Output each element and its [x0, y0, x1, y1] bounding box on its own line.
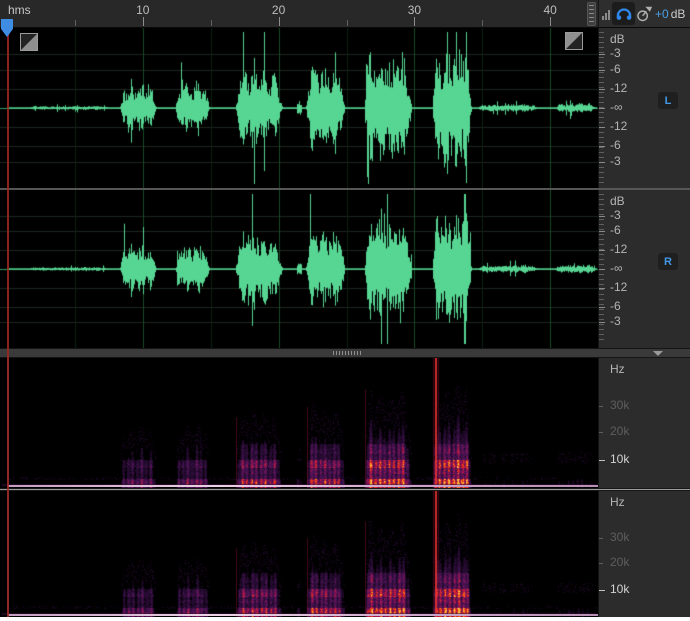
hz-label: 10k: [610, 453, 629, 466]
headphones-monitor-button[interactable]: [612, 2, 635, 25]
db-major-tick: [599, 89, 605, 90]
channel-button-left[interactable]: L: [658, 92, 678, 109]
hz-scale-title: Hz: [610, 362, 625, 376]
hz-tick: [599, 460, 605, 461]
panel-splitter[interactable]: [0, 348, 690, 358]
db-major-tick: [599, 146, 605, 147]
audio-editor-window: hms 10 20 30 40 +0dB: [0, 0, 690, 617]
channel-button-right[interactable]: R: [658, 253, 678, 270]
hz-label: 20k: [610, 556, 629, 569]
levels-meter-icon: [602, 8, 610, 20]
scale-column: dB L -3 -6 -12 -∞ -12 -6 -3 dB R -3 -6 -12 -∞ -12 -…: [598, 28, 690, 617]
db-major-tick: [599, 288, 605, 289]
hz-label: 10k: [610, 583, 629, 596]
ruler-time-label: 40: [544, 3, 557, 17]
spectrogram-divider: [0, 488, 690, 491]
ruler-time-label: 30: [408, 3, 421, 17]
fade-in-icon: [21, 34, 37, 50]
db-label: -∞: [610, 101, 623, 114]
db-major-tick: [599, 54, 605, 55]
hz-tick: [599, 538, 603, 539]
waveform-display-left[interactable]: [0, 28, 598, 188]
db-label: -∞: [610, 262, 623, 275]
db-major-tick: [599, 70, 605, 71]
grip-dots-icon: [589, 5, 594, 23]
spectrogram-display-left[interactable]: [0, 358, 598, 488]
fade-out-handle[interactable]: [565, 32, 583, 50]
hz-tick: [599, 563, 603, 564]
db-label: -3: [610, 209, 621, 222]
db-major-tick: [599, 322, 605, 323]
db-major-tick: [599, 162, 605, 163]
timeline-ruler[interactable]: hms 10 20 30 40: [0, 0, 598, 28]
db-scale-left[interactable]: dB L -3 -6 -12 -∞ -12 -6 -3: [599, 28, 690, 188]
hz-tick: [599, 406, 603, 407]
db-label: -3: [610, 315, 621, 328]
hz-scale-left[interactable]: Hz 30k 20k 10k: [599, 358, 690, 488]
collapse-chevron-icon[interactable]: [653, 351, 663, 356]
ruler-minor-tick: [75, 20, 76, 26]
ruler-major-tick: [143, 17, 144, 26]
volume-knob-icon[interactable]: [635, 5, 653, 23]
hz-scale-title: Hz: [610, 495, 625, 509]
db-scale-title: dB: [610, 194, 625, 208]
ruler-major-tick: [279, 17, 280, 26]
db-major-tick: [599, 269, 605, 270]
fade-in-handle[interactable]: [20, 33, 38, 51]
spectrogram-baseline: [8, 614, 598, 616]
waveform-display-right[interactable]: [0, 190, 598, 348]
fade-out-icon: [566, 33, 582, 49]
db-label: -6: [610, 300, 621, 313]
spectrogram-display-right[interactable]: [0, 491, 598, 617]
hz-label: 30k: [610, 399, 629, 412]
gain-value[interactable]: +0dB: [655, 7, 685, 21]
hz-label: 30k: [610, 531, 629, 544]
hz-label: 20k: [610, 425, 629, 438]
db-major-tick: [599, 307, 605, 308]
db-major-tick: [599, 127, 605, 128]
ruler-minor-tick: [211, 20, 212, 26]
ruler-minor-tick: [347, 20, 348, 26]
hz-tick: [599, 590, 605, 591]
zoom-scrollbar-grip[interactable]: [587, 2, 596, 26]
time-format-label: hms: [8, 3, 31, 17]
playhead-line: [7, 28, 9, 617]
headphones-icon: [615, 5, 633, 23]
ruler-time-label: 20: [272, 3, 285, 17]
db-label: -12: [610, 281, 627, 294]
hz-scale-right[interactable]: Hz 30k 20k 10k: [599, 491, 690, 617]
db-label: -12: [610, 82, 627, 95]
ruler-minor-tick: [482, 20, 483, 26]
spectrogram-baseline: [8, 485, 598, 487]
hz-tick: [599, 432, 603, 433]
db-label: -6: [610, 63, 621, 76]
ruler-major-tick: [414, 17, 415, 26]
channel-divider: [0, 188, 690, 190]
db-major-tick: [599, 250, 605, 251]
db-major-tick: [599, 108, 605, 109]
monitor-strip: +0dB: [598, 0, 690, 28]
db-scale-right[interactable]: dB R -3 -6 -12 -∞ -12 -6 -3: [599, 190, 690, 348]
db-label: -6: [610, 224, 621, 237]
db-label: -6: [610, 139, 621, 152]
db-label: -3: [610, 155, 621, 168]
db-label: -3: [610, 47, 621, 60]
db-major-tick: [599, 216, 605, 217]
db-scale-title: dB: [610, 32, 625, 46]
ruler-time-label: 10: [136, 3, 149, 17]
ruler-major-tick: [550, 17, 551, 26]
db-label: -12: [610, 243, 627, 256]
db-label: -12: [610, 120, 627, 133]
splitter-grip-icon: [333, 351, 361, 355]
db-major-tick: [599, 231, 605, 232]
